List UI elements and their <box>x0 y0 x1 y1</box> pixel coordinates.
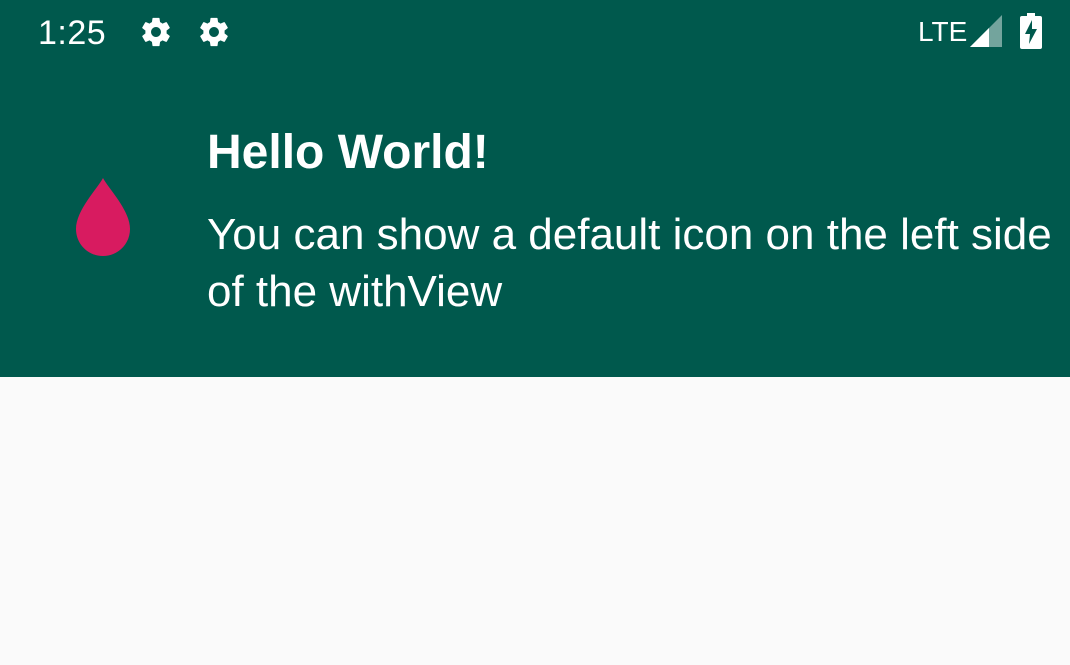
app-screen: 1:25 LTE Hello World! You can show a def… <box>0 0 1070 665</box>
notification-message: You can show a default icon on the left … <box>207 210 1052 316</box>
status-bar: 1:25 LTE <box>0 0 1070 66</box>
gear-icon <box>200 17 228 47</box>
notification-banner[interactable]: 1:25 LTE Hello World! You can show a def… <box>0 0 1070 377</box>
notification-title: Hello World! <box>207 126 489 179</box>
status-time: 1:25 <box>38 14 107 52</box>
content-area <box>0 377 1070 665</box>
battery-charging-icon <box>1020 13 1042 49</box>
drop-icon <box>76 178 130 256</box>
network-type-label: LTE <box>918 16 968 47</box>
gear-icon <box>142 17 170 47</box>
signal-icon <box>970 15 1002 47</box>
